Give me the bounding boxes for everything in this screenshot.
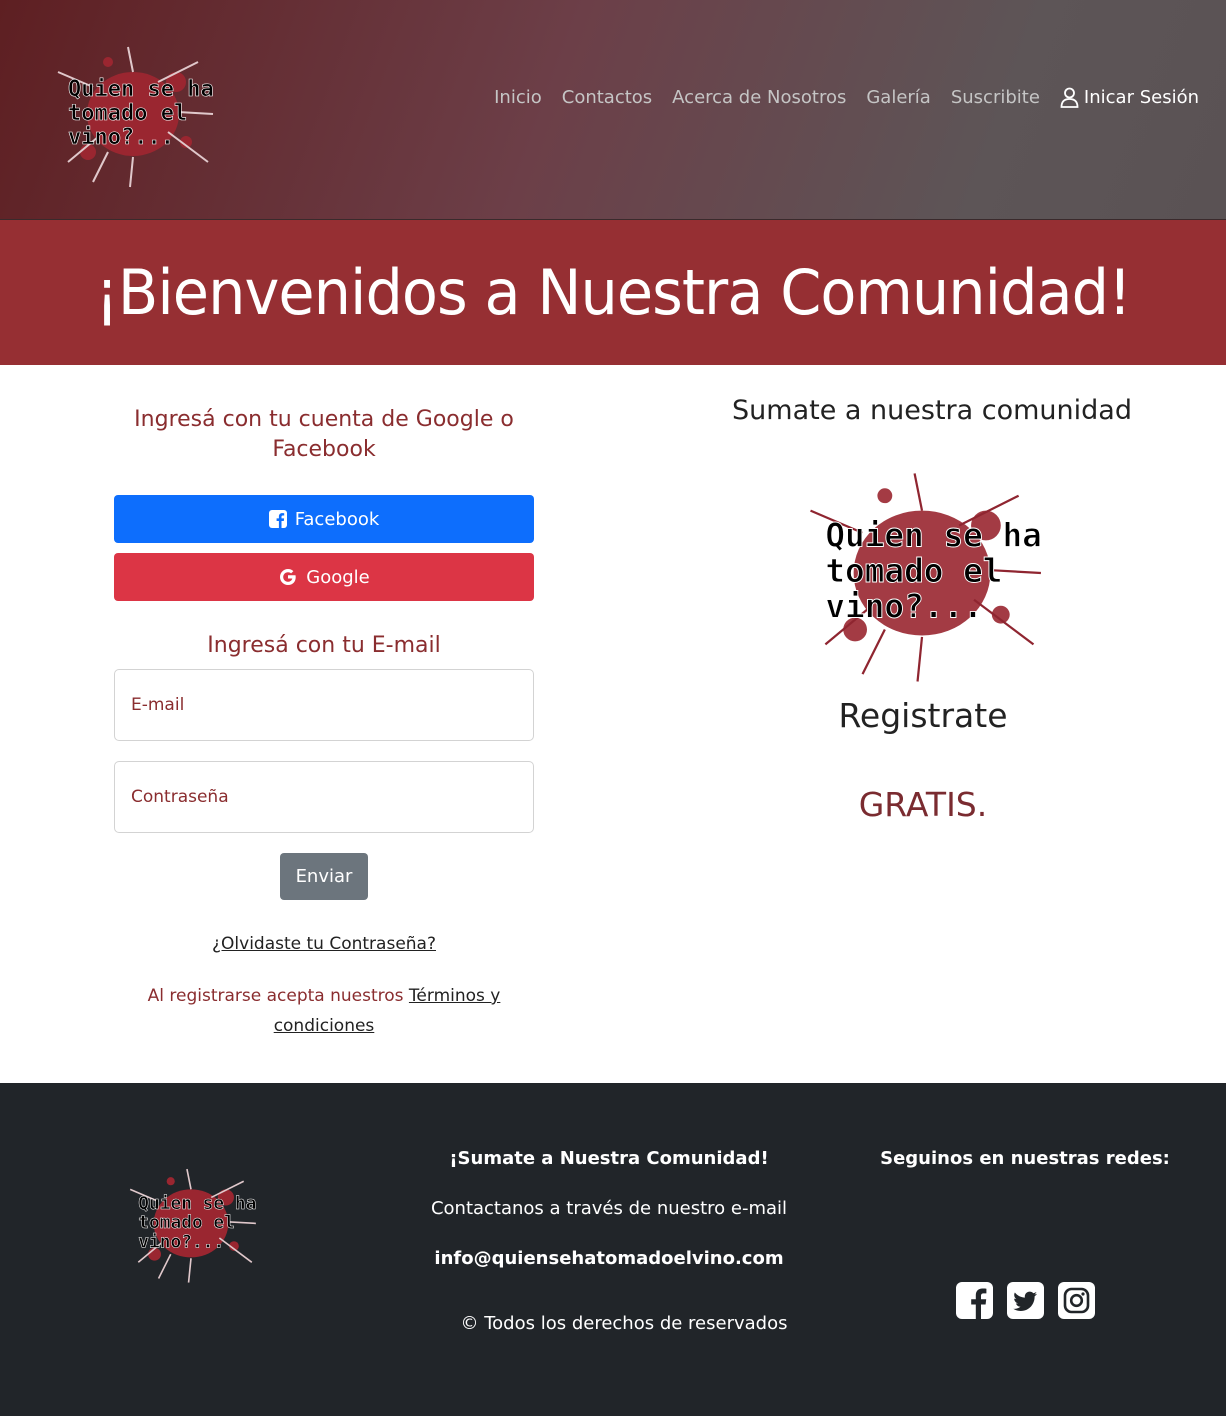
email-login-heading: Ingresá con tu E-mail bbox=[207, 633, 441, 658]
register-text: Registrate bbox=[838, 696, 1008, 735]
submit-button[interactable]: Enviar bbox=[279, 853, 369, 900]
terms-notice: Al registrarse acepta nuestros Términos … bbox=[114, 981, 534, 1041]
user-icon bbox=[1060, 87, 1079, 108]
google-login-button[interactable]: Google bbox=[114, 553, 534, 601]
nav-contactos[interactable]: Contactos bbox=[562, 87, 652, 108]
svg-text:tomado el: tomado el bbox=[825, 552, 1002, 590]
nav-galeria[interactable]: Galería bbox=[866, 87, 931, 108]
svg-text:tomado el: tomado el bbox=[138, 1212, 235, 1233]
facebook-label: Facebook bbox=[294, 508, 380, 530]
google-icon bbox=[280, 569, 296, 585]
facebook-login-button[interactable]: Facebook bbox=[114, 495, 534, 543]
facebook-icon[interactable] bbox=[956, 1282, 993, 1319]
svg-text:Quien se ha: Quien se ha bbox=[825, 516, 1041, 554]
footer-email[interactable]: info@quiensehatomadoelvino.com bbox=[360, 1248, 858, 1269]
forgot-password-row: ¿Olvidaste tu Contraseña? bbox=[114, 934, 534, 954]
instagram-icon[interactable] bbox=[1058, 1282, 1095, 1319]
promo-panel: Sumate a nuestra comunidad Quien se ha t… bbox=[690, 395, 1174, 824]
social-login-heading: Ingresá con tu cuenta de Google o Facebo… bbox=[134, 407, 514, 462]
login-label: Inicar Sesión bbox=[1083, 87, 1199, 108]
svg-text:vino?...: vino?... bbox=[68, 125, 174, 150]
social-links bbox=[956, 1282, 1109, 1319]
terms-prefix: Al registrarse acepta nuestros bbox=[147, 986, 409, 1006]
promo-title: Sumate a nuestra comunidad bbox=[732, 395, 1132, 426]
hero-title: ¡Bienvenidos a Nuestra Comunidad! bbox=[95, 256, 1131, 329]
promo-logo: Quien se ha tomado el vino?... bbox=[792, 466, 1052, 686]
social-title: Seguinos en nuestras redes: bbox=[880, 1148, 1170, 1169]
footer-contact-text: Contactanos a través de nuestro e-mail bbox=[430, 1198, 788, 1219]
footer-title: ¡Sumate a Nuestra Comunidad! bbox=[449, 1148, 769, 1169]
twitter-icon[interactable] bbox=[1007, 1282, 1044, 1319]
svg-text:Quien se ha: Quien se ha bbox=[138, 1193, 256, 1214]
login-panel: Ingresá con tu cuenta de Google o Facebo… bbox=[114, 405, 534, 1041]
svg-text:tomado el: tomado el bbox=[68, 101, 187, 126]
forgot-password-link[interactable]: ¿Olvidaste tu Contraseña? bbox=[212, 934, 436, 954]
nav-inicio[interactable]: Inicio bbox=[494, 87, 542, 108]
wine-splash-logo: Quien se ha tomado el vino?... bbox=[129, 1168, 257, 1283]
main-nav: Inicio Contactos Acerca de Nosotros Gale… bbox=[474, 87, 1199, 108]
footer-logo[interactable]: Quien se ha tomado el vino?... bbox=[122, 1165, 260, 1285]
hero-banner: ¡Bienvenidos a Nuestra Comunidad! bbox=[0, 220, 1226, 365]
svg-text:Quien se ha: Quien se ha bbox=[68, 77, 214, 102]
free-text: GRATIS. bbox=[858, 785, 988, 824]
nav-acerca[interactable]: Acerca de Nosotros bbox=[672, 87, 846, 108]
svg-text:vino?...: vino?... bbox=[825, 588, 982, 626]
email-field[interactable] bbox=[114, 669, 534, 741]
svg-text:vino?...: vino?... bbox=[138, 1232, 224, 1253]
google-label: Google bbox=[306, 566, 370, 588]
site-footer: Quien se ha tomado el vino?... ¡Sumate a… bbox=[0, 1083, 1226, 1416]
main-content: Ingresá con tu cuenta de Google o Facebo… bbox=[0, 365, 1226, 1083]
site-logo[interactable]: Quien se ha tomado el vino?... bbox=[48, 42, 218, 190]
wine-splash-logo: Quien se ha tomado el vino?... bbox=[810, 473, 1042, 682]
nav-login[interactable]: Inicar Sesión bbox=[1060, 87, 1199, 108]
password-field[interactable] bbox=[114, 761, 534, 833]
footer-copyright: © Todos los derechos de reservados bbox=[460, 1313, 788, 1334]
nav-suscribite[interactable]: Suscribite bbox=[951, 87, 1040, 108]
wine-splash-logo: Quien se ha tomado el vino?... bbox=[57, 46, 214, 188]
site-header: Quien se ha tomado el vino?... Inicio Co… bbox=[0, 0, 1226, 220]
facebook-square-icon bbox=[268, 510, 287, 528]
